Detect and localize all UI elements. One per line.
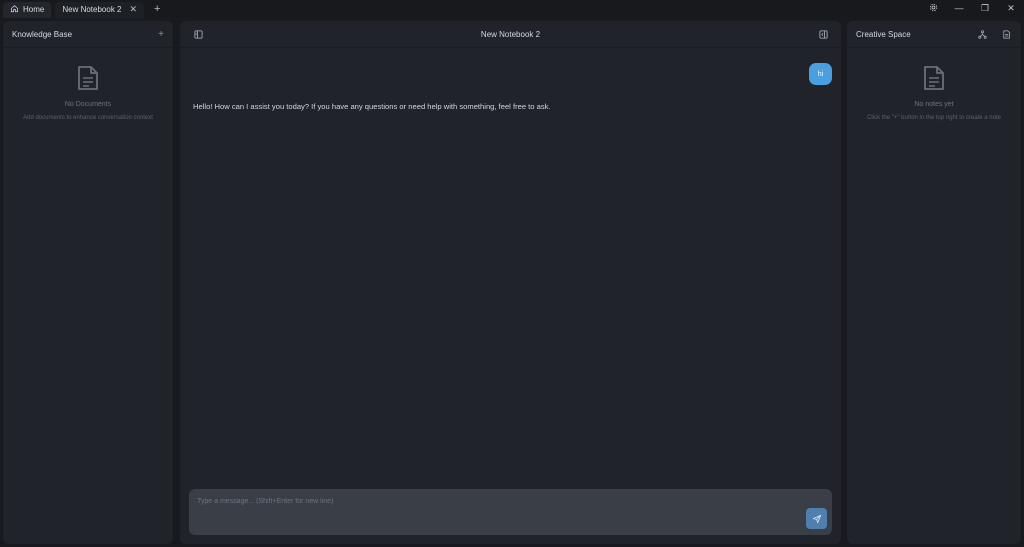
close-tab-icon[interactable]: ✕ — [130, 5, 138, 14]
tab-new-notebook[interactable]: New Notebook 2 ✕ — [55, 1, 145, 18]
creative-space-title: Creative Space — [856, 29, 911, 39]
toggle-left-panel-icon[interactable] — [192, 28, 204, 40]
gear-icon[interactable] — [928, 3, 938, 14]
send-icon — [812, 514, 821, 523]
notebook-panel: New Notebook 2 hi Hello! How can I assis… — [180, 21, 841, 544]
notebook-title: New Notebook 2 — [480, 29, 541, 39]
new-note-icon[interactable] — [1000, 28, 1012, 40]
empty-subtitle: Add documents to enhance conversation co… — [23, 115, 153, 121]
mind-map-icon[interactable] — [976, 28, 988, 40]
empty-subtitle: Click the "+" button in the top right to… — [867, 115, 1001, 121]
toggle-right-panel-icon[interactable] — [817, 28, 829, 40]
knowledge-base-empty-state: No Documents Add documents to enhance co… — [3, 65, 173, 122]
tab-home-label: Home — [23, 5, 45, 14]
message-input[interactable] — [197, 494, 797, 508]
title-bar: Home New Notebook 2 ✕ + — ❐ ✕ — [0, 0, 1024, 18]
home-icon — [10, 4, 19, 15]
empty-title: No Documents — [64, 101, 112, 108]
restore-button[interactable]: ❐ — [980, 4, 990, 13]
knowledge-base-panel: Knowledge Base + No Documents Add docume… — [3, 21, 173, 544]
assistant-message: Hello! How can I assist you today? If yo… — [193, 102, 551, 111]
knowledge-base-title: Knowledge Base — [12, 29, 73, 39]
knowledge-base-header: Knowledge Base + — [3, 21, 173, 48]
empty-title: No notes yet — [914, 101, 954, 108]
minimize-button[interactable]: — — [954, 4, 964, 13]
close-window-button[interactable]: ✕ — [1006, 4, 1016, 13]
add-document-button[interactable]: + — [158, 29, 164, 40]
tab-notebook-label: New Notebook 2 — [62, 5, 122, 14]
note-icon — [924, 66, 944, 90]
send-button[interactable] — [806, 508, 827, 529]
user-message-bubble: hi — [809, 63, 832, 85]
message-composer — [189, 489, 832, 535]
creative-space-header: Creative Space — [847, 21, 1021, 48]
tab-home[interactable]: Home — [3, 1, 52, 18]
creative-space-panel: Creative Space No notes yet Click the "+… — [847, 21, 1021, 544]
notebook-header: New Notebook 2 — [180, 21, 841, 48]
creative-space-empty-state: No notes yet Click the "+" button in the… — [847, 65, 1021, 122]
document-icon — [78, 66, 98, 90]
add-tab-button[interactable]: + — [154, 3, 160, 15]
window-controls: — ❐ ✕ — [928, 3, 1016, 14]
